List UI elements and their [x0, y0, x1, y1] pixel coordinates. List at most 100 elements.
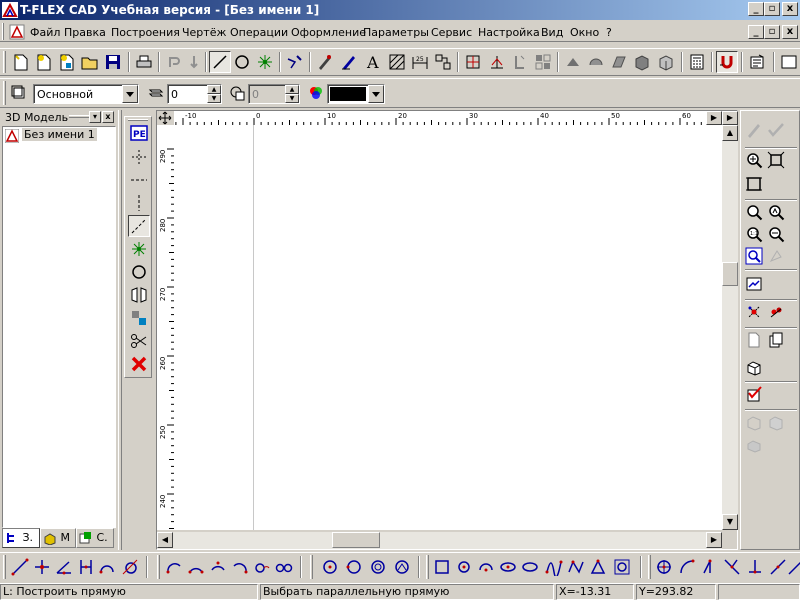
circle-tool-icon[interactable] [231, 51, 253, 73]
horizontal-line-icon[interactable] [128, 169, 150, 191]
page-icon[interactable]: PE [128, 122, 150, 144]
redraw-icon[interactable] [743, 273, 765, 295]
tab-3d[interactable]: З. [2, 528, 40, 548]
print-icon[interactable] [133, 51, 155, 73]
ruler-scroll-right[interactable]: ▶ [706, 111, 722, 125]
menu-edit[interactable]: Правка [64, 26, 106, 39]
magnet-snap-icon[interactable] [716, 51, 738, 73]
menu-draw[interactable]: Чертёж [182, 26, 226, 39]
zoom-in-icon[interactable] [743, 149, 765, 171]
circle-three-tangent-icon[interactable] [392, 557, 412, 577]
fragment-tool-icon[interactable] [432, 51, 454, 73]
node-intersection-icon[interactable] [654, 557, 674, 577]
detail-tool-icon[interactable] [509, 51, 531, 73]
scroll-up-button[interactable]: ▲ [722, 125, 738, 141]
minimize-button[interactable]: _ [748, 2, 764, 16]
line-tool-icon[interactable] [209, 51, 231, 73]
arc-three-icon[interactable] [208, 557, 228, 577]
menu-format[interactable]: Оформление [291, 26, 366, 39]
move-icon[interactable] [157, 111, 174, 125]
cross-lines-icon[interactable] [128, 146, 150, 168]
vertical-line-icon[interactable] [128, 192, 150, 214]
arc-node-icon[interactable] [476, 557, 496, 577]
menu-service[interactable]: Сервис [431, 26, 472, 39]
checklist-icon[interactable] [743, 383, 765, 405]
hatch-tool-icon[interactable] [386, 51, 408, 73]
node-vertical-icon[interactable] [700, 557, 720, 577]
node-arc-icon[interactable] [677, 557, 697, 577]
undo-icon[interactable] [163, 51, 185, 73]
scroll-down-button[interactable]: ▼ [722, 514, 738, 530]
dimension-tool-icon[interactable]: 25 [409, 51, 431, 73]
node-tool-icon[interactable] [254, 51, 276, 73]
arc-six-icon[interactable] [274, 557, 294, 577]
line-circle-tangent-icon[interactable] [120, 557, 140, 577]
arc-one-icon[interactable] [164, 557, 184, 577]
panel-menu-button[interactable]: ▾ [89, 111, 101, 123]
table-tool-icon[interactable] [532, 51, 554, 73]
zoom-window-icon[interactable] [743, 201, 765, 223]
tree-item-document[interactable]: Без имени 1 [22, 128, 97, 141]
spline-icon[interactable] [544, 557, 564, 577]
level-spin-down[interactable]: ▼ [207, 94, 221, 103]
3d-view-icon[interactable] [743, 356, 765, 378]
vertical-scroll-thumb[interactable] [722, 262, 738, 286]
line-parallel-icon[interactable] [76, 557, 96, 577]
node-relative-icon[interactable] [722, 557, 742, 577]
layer-select[interactable]: Основной [33, 84, 139, 104]
chevron-down-icon[interactable] [368, 85, 384, 103]
circle-icon[interactable] [128, 261, 150, 283]
pen-tool-icon[interactable] [314, 51, 336, 73]
document-icon[interactable] [9, 24, 25, 40]
node-circle-icon[interactable] [454, 557, 474, 577]
polyline-icon[interactable] [566, 557, 586, 577]
mirror-icon[interactable] [128, 284, 150, 306]
sketch-tool-icon[interactable] [284, 51, 306, 73]
arc-two-icon[interactable] [186, 557, 206, 577]
snap-nodes-icon[interactable] [743, 301, 765, 323]
body-icon[interactable] [655, 51, 677, 73]
calculator-icon[interactable] [686, 51, 708, 73]
drawing-canvas[interactable] [174, 125, 722, 530]
line-angle-icon[interactable] [54, 557, 74, 577]
extrude-icon[interactable] [562, 51, 584, 73]
restore-button[interactable]: ▫ [764, 2, 780, 16]
arc-four-icon[interactable] [230, 557, 250, 577]
node-more-icon[interactable] [786, 557, 800, 577]
properties-icon[interactable] [746, 51, 768, 73]
zoom-realtime-icon[interactable] [765, 201, 787, 223]
circle-center-icon[interactable] [320, 557, 340, 577]
scroll-right-button[interactable]: ▶ [706, 532, 722, 548]
line-tangent-icon[interactable] [98, 557, 118, 577]
horizontal-scroll-thumb[interactable] [332, 532, 380, 548]
rectangle-icon[interactable] [432, 557, 452, 577]
loft-icon[interactable] [608, 51, 630, 73]
circle-tangent-icon[interactable] [344, 557, 364, 577]
function-curve-icon[interactable] [612, 557, 632, 577]
diagonal-line-icon[interactable] [128, 215, 150, 237]
node-icon[interactable] [128, 238, 150, 260]
color-select[interactable] [327, 84, 385, 104]
rotate-icon[interactable] [585, 51, 607, 73]
menu-parameters[interactable]: Параметры [363, 26, 429, 39]
zoom-fit-icon[interactable] [765, 149, 787, 171]
redo-icon[interactable] [183, 51, 205, 73]
new-3d-document-icon[interactable] [33, 51, 55, 73]
level-spin-up[interactable]: ▲ [207, 85, 221, 94]
menu-settings[interactable]: Настройка [478, 26, 540, 39]
priority-input[interactable]: 0 ▲ ▼ [248, 84, 300, 104]
menu-file[interactable]: Файл [30, 26, 60, 39]
text-tool-icon[interactable]: A [362, 51, 384, 73]
doc-restore-button[interactable]: ▫ [764, 25, 780, 39]
node-line-icon[interactable] [768, 557, 788, 577]
new-document-icon[interactable] [10, 51, 32, 73]
vertical-scrollbar[interactable]: ▲ ▼ [722, 125, 738, 530]
ellipse-two-icon[interactable] [520, 557, 540, 577]
delete-icon[interactable] [128, 353, 150, 375]
horizontal-scrollbar[interactable]: ◀ ▶ [157, 532, 722, 549]
menu-view[interactable]: Вид [541, 26, 563, 39]
window-tile-icon[interactable] [778, 51, 800, 73]
menu-help[interactable]: ? [606, 26, 612, 39]
open-folder-icon[interactable] [79, 51, 101, 73]
circle-two-tangent-icon[interactable] [368, 557, 388, 577]
